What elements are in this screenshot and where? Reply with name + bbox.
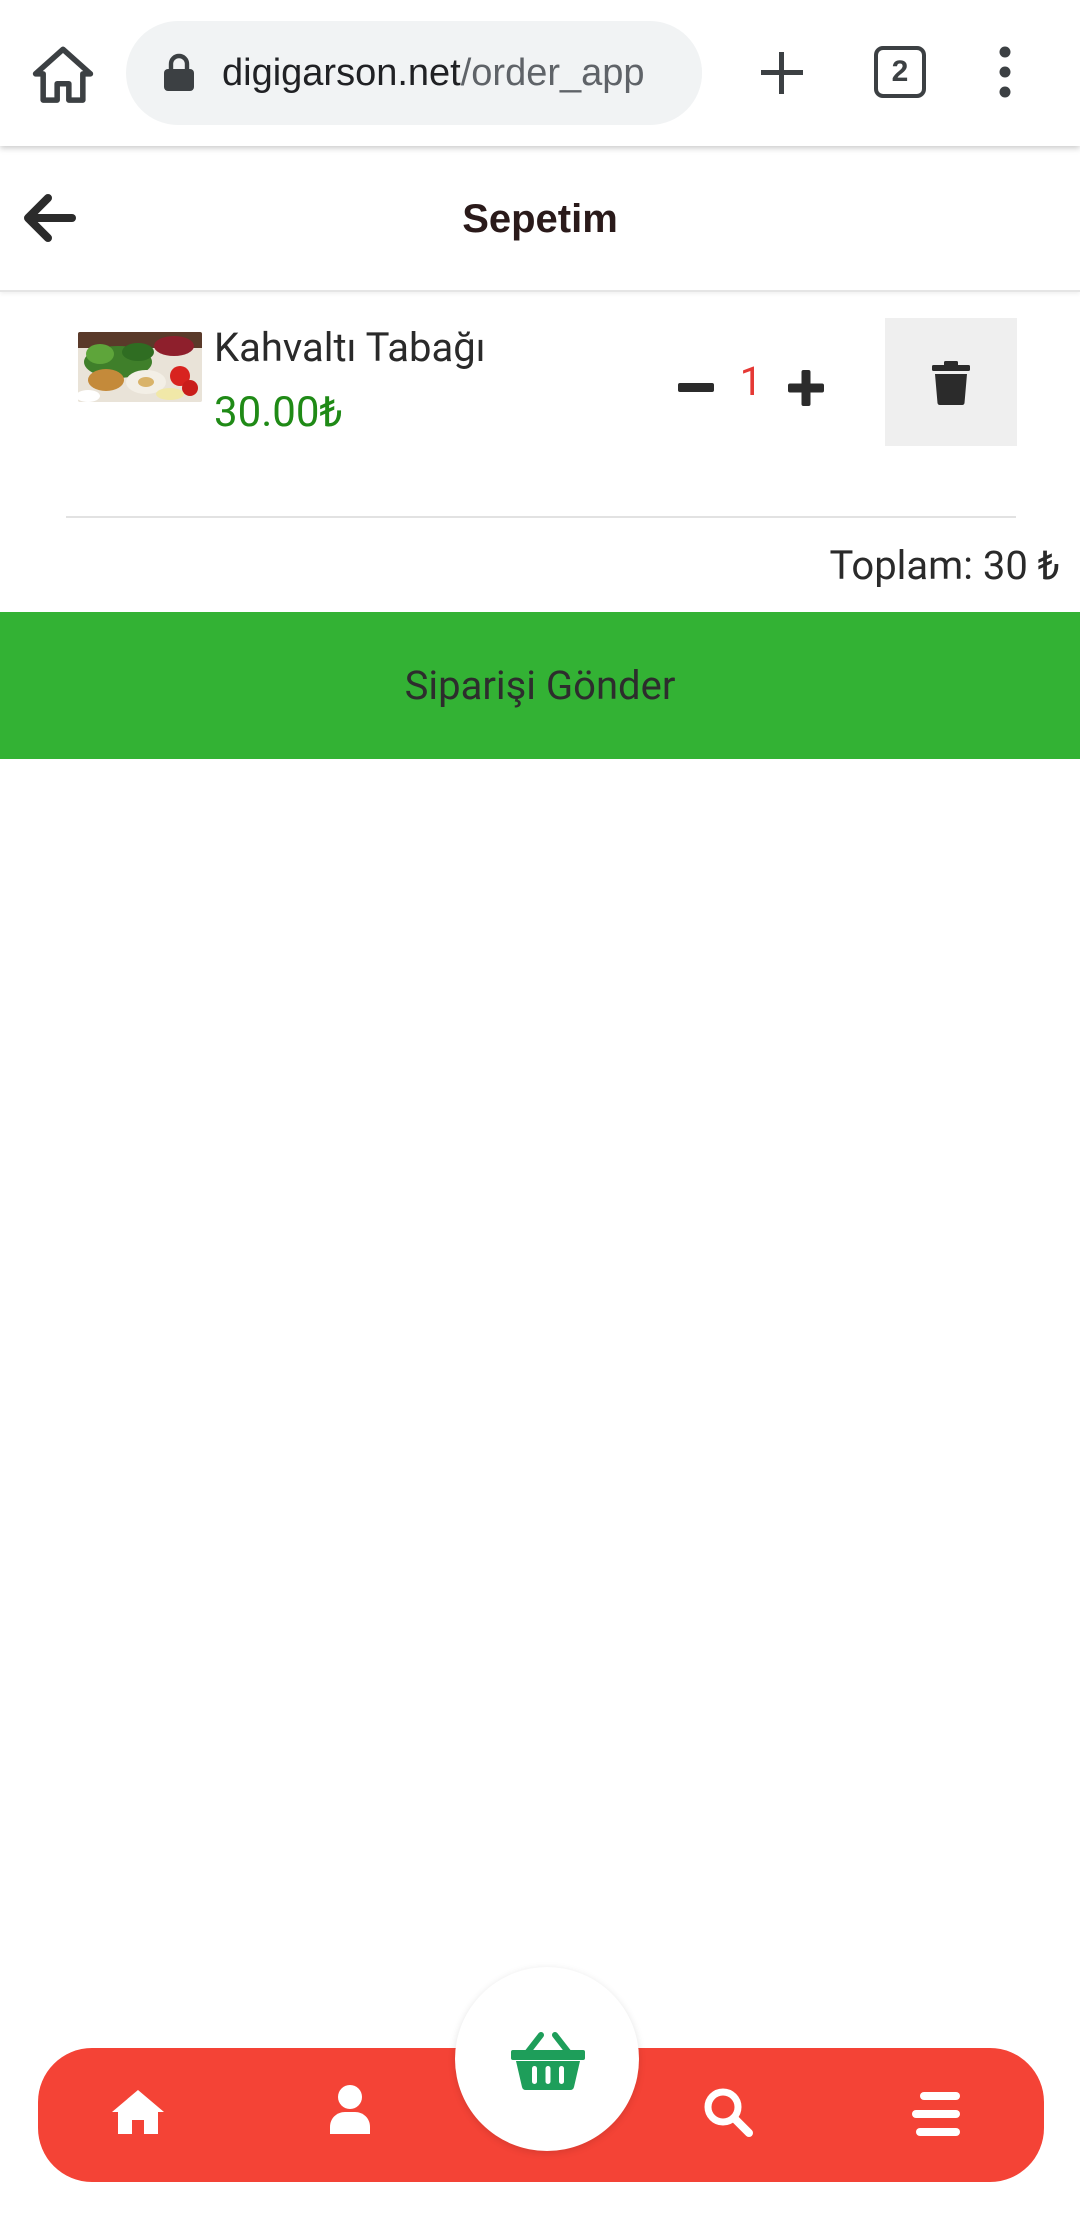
page-title: Sepetim [462,197,618,241]
user-icon [330,2085,370,2134]
search-icon [704,2088,753,2137]
home-icon [112,2090,164,2134]
basket-icon [511,2032,585,2091]
cart-total: Toplam: 30 ₺ [829,542,1060,589]
tab-switcher-button[interactable]: 2 [874,46,926,98]
item-name: Kahvaltı Tabağı [214,324,486,371]
arrow-left-icon [24,194,76,242]
item-thumbnail [78,332,202,402]
address-bar[interactable]: digigarson.net/order_app [126,21,702,125]
cart-item: Kahvaltı Tabağı 30.00₺ 1 [0,310,1080,470]
browser-menu-button[interactable] [990,42,1020,102]
url-fade [662,21,702,125]
url-domain: digigarson.net [222,52,461,94]
browser-toolbar: digigarson.net/order_app 2 [0,0,1080,146]
back-button[interactable] [22,190,78,246]
plus-icon [761,52,803,94]
menu-icon [912,2092,960,2136]
decrease-quantity-button[interactable] [672,364,720,412]
lock-icon [164,53,194,91]
trash-icon [932,361,970,405]
item-price: 30.00₺ [214,388,343,437]
browser-home-button[interactable] [28,40,98,110]
submit-order-button[interactable]: Siparişi Gönder [0,612,1080,759]
minus-icon [678,383,714,392]
nav-menu-button[interactable] [886,2048,986,2182]
nav-search-button[interactable] [680,2048,780,2182]
nav-basket-button[interactable] [455,1967,639,2151]
url-path: /order_app [460,52,645,94]
plus-icon [788,370,824,406]
home-icon [32,46,94,103]
more-vertical-icon [999,46,1011,98]
new-tab-button[interactable] [752,40,812,106]
delete-item-button[interactable] [885,318,1017,446]
page-header: Sepetim [0,146,1080,292]
nav-home-button[interactable] [94,2048,194,2182]
quantity-value: 1 [739,358,763,405]
breakfast-plate-image [78,332,202,402]
divider [66,516,1016,518]
nav-profile-button[interactable] [300,2048,400,2182]
increase-quantity-button[interactable] [782,364,830,412]
url-text: digigarson.net/order_app [222,21,645,125]
